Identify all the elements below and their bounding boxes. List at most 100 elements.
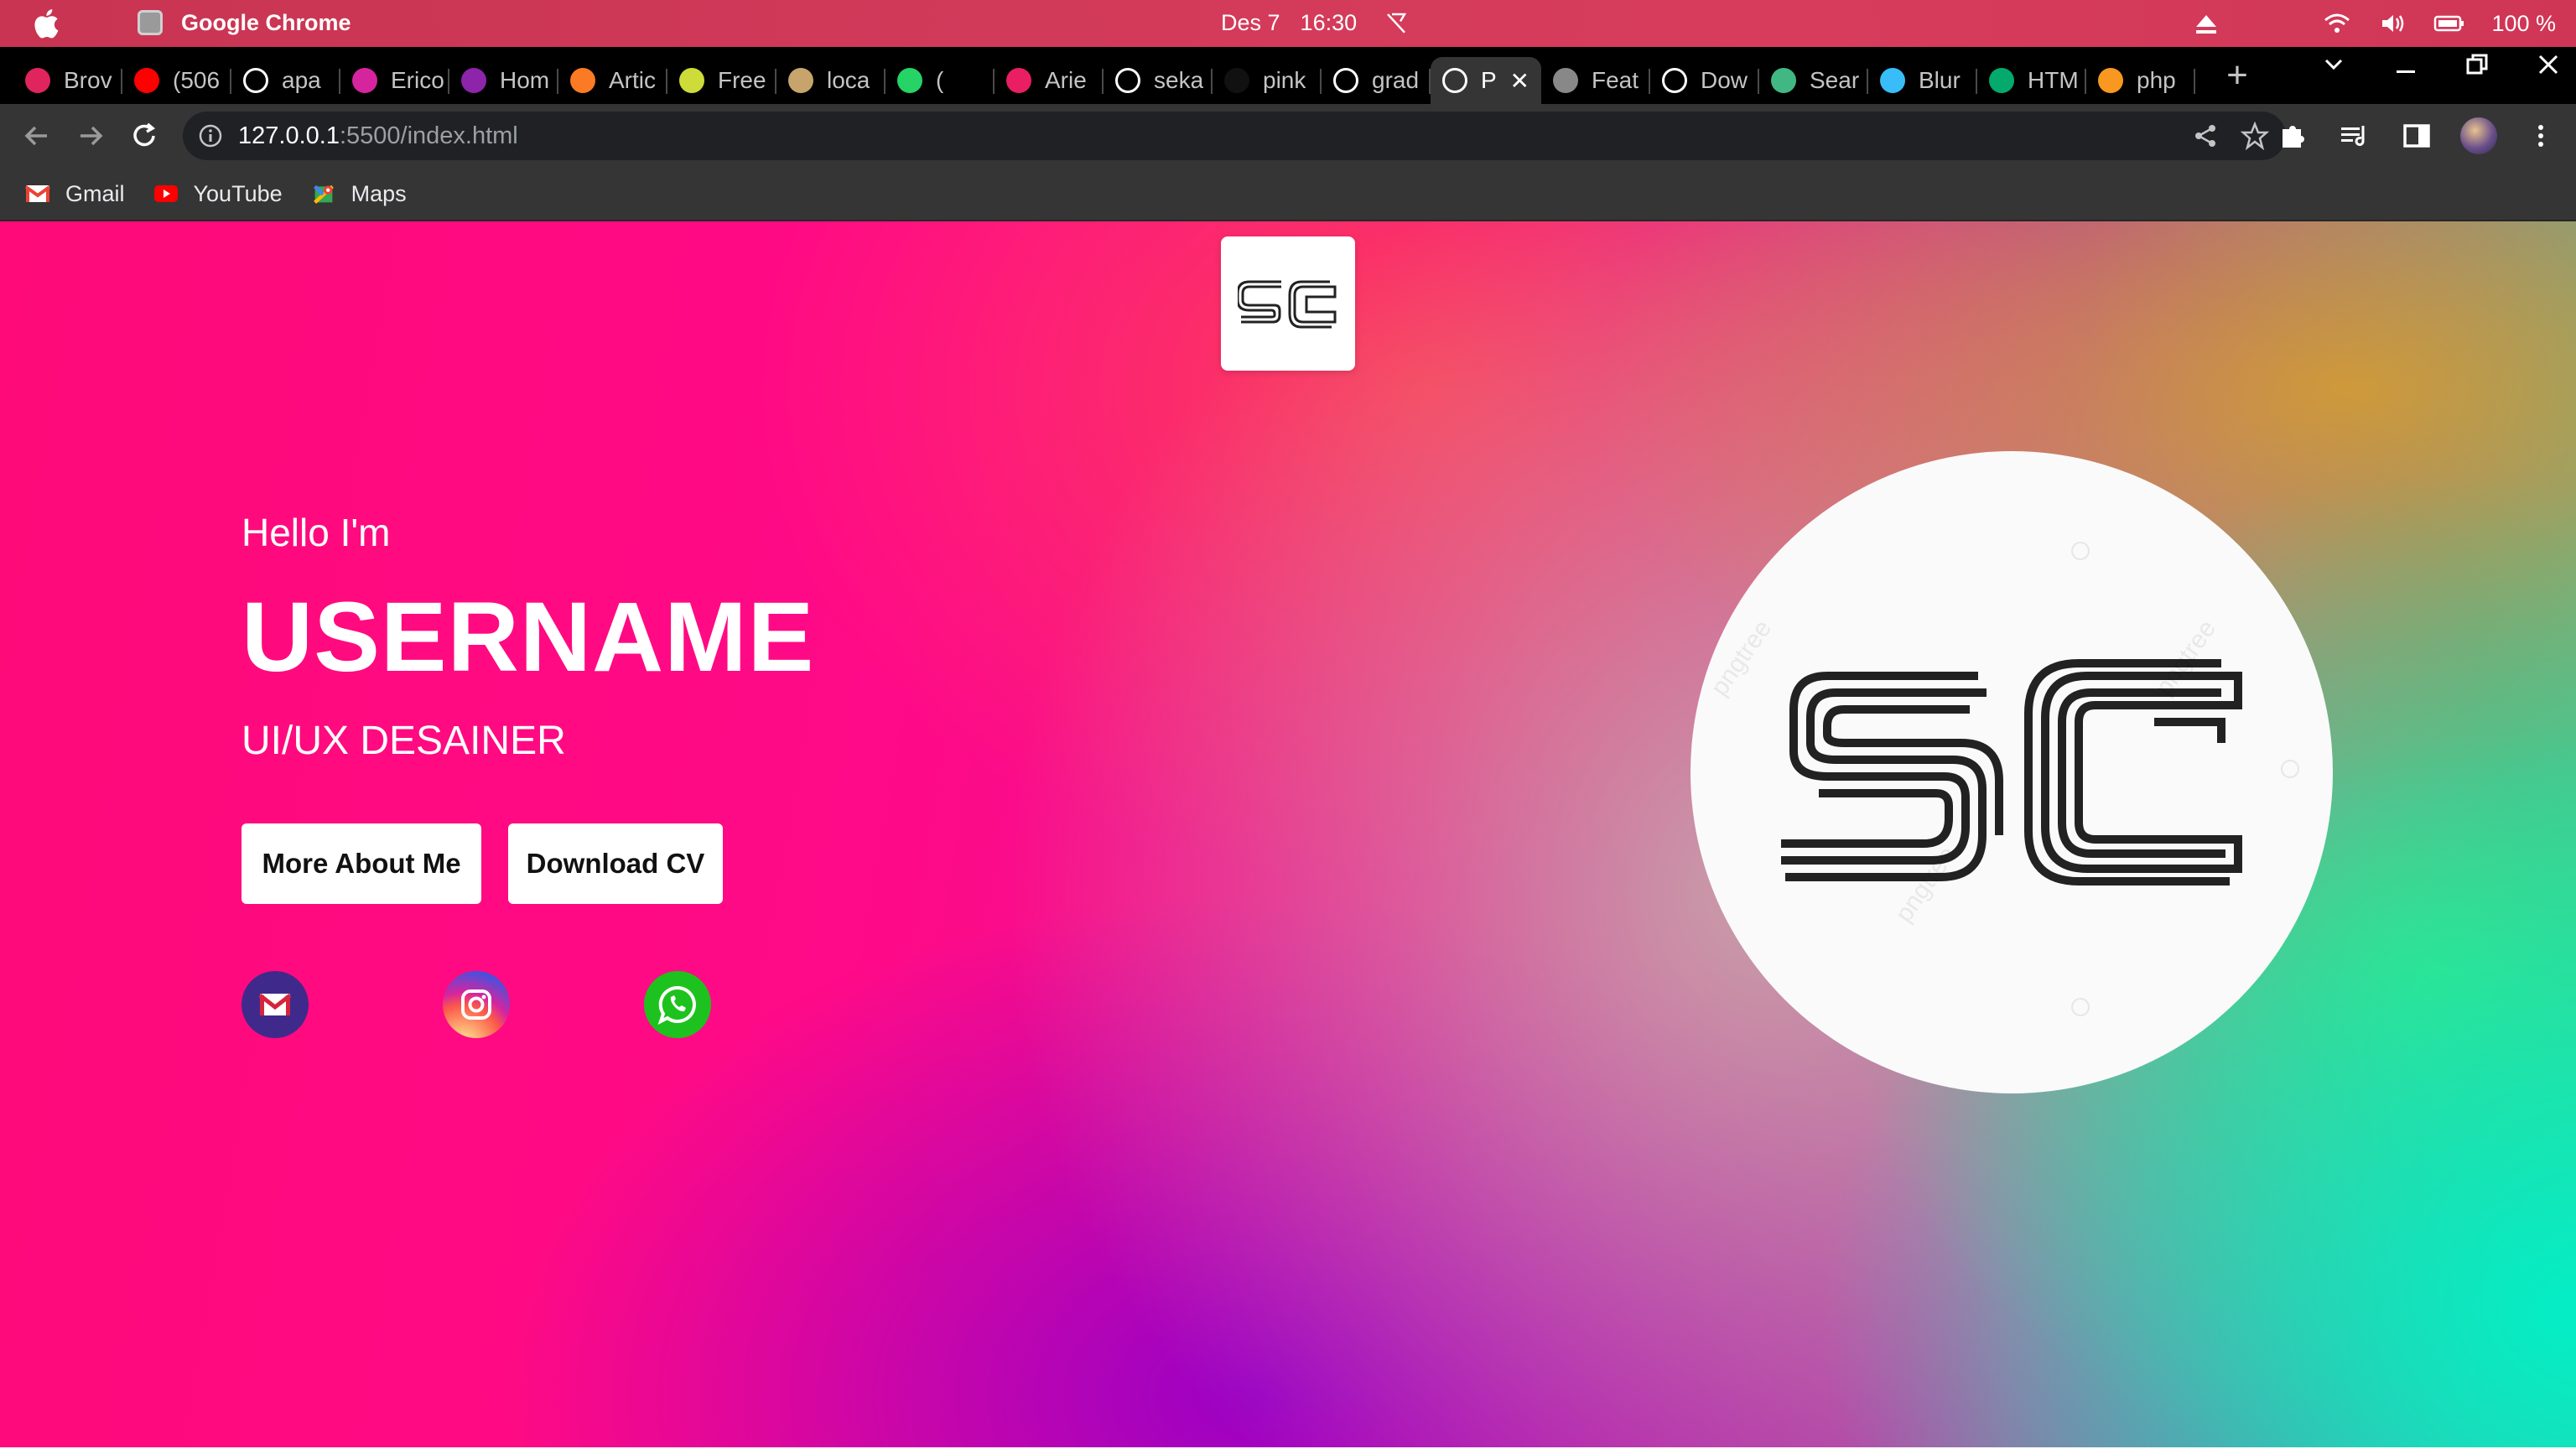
watermark-dot <box>2281 760 2299 778</box>
whatsapp-icon <box>657 985 696 1025</box>
browser-tab[interactable]: Blur <box>1868 57 1977 104</box>
bookmark-youtube[interactable]: YouTube <box>153 181 283 207</box>
tab-label: Free <box>718 67 766 93</box>
bookmark-star-icon[interactable] <box>2241 122 2269 150</box>
circle-icon <box>25 68 50 93</box>
browser-tab[interactable]: P ✕ <box>1431 57 1541 104</box>
watermark: pngtree <box>1705 615 1778 701</box>
tent-icon <box>788 68 813 93</box>
do-not-disturb-icon[interactable] <box>1384 10 1409 35</box>
clock[interactable]: Des 7 16:30 <box>1221 10 1409 36</box>
browser-tab[interactable]: loca <box>776 57 886 104</box>
close-window-icon[interactable] <box>2537 54 2559 75</box>
watermark-dot <box>2071 998 2090 1016</box>
globe-icon <box>1333 68 1358 93</box>
media-controls-icon[interactable] <box>2336 117 2373 154</box>
bookmark-gmail[interactable]: Gmail <box>25 181 125 207</box>
browser-tab[interactable]: HTM <box>1977 57 2086 104</box>
browser-tab[interactable]: php <box>2086 57 2195 104</box>
bookmark-maps[interactable]: Maps <box>311 181 407 207</box>
tab-strip: Brov (506 apa Erico Hom Artic Free loca ( Arie sek… <box>0 47 2576 104</box>
tab-label: Feat <box>1592 67 1639 93</box>
bookmarks-bar: Gmail YouTube Maps <box>0 168 2576 221</box>
apple-icon[interactable] <box>30 7 60 40</box>
browser-tab[interactable]: seka <box>1104 57 1213 104</box>
browser-tab[interactable]: Brov <box>13 57 122 104</box>
app-name[interactable]: Google Chrome <box>181 10 351 36</box>
profile-avatar[interactable] <box>2460 117 2497 154</box>
new-tab-button[interactable]: + <box>2220 55 2254 96</box>
browser-tab[interactable]: Dow <box>1650 57 1759 104</box>
dark-icon <box>1224 68 1249 93</box>
mail-link[interactable] <box>242 971 309 1038</box>
eject-icon[interactable] <box>2191 8 2221 39</box>
whatsapp-link[interactable] <box>644 971 711 1038</box>
chrome-app-icon <box>138 10 163 35</box>
role-text: UI/UX DESAINER <box>242 719 566 763</box>
browser-tab[interactable]: Free <box>667 57 776 104</box>
tab-label: seka <box>1154 67 1204 93</box>
time-text: 16:30 <box>1300 10 1358 35</box>
browser-tab[interactable]: apa <box>231 57 340 104</box>
tab-label: apa <box>282 67 321 93</box>
forward-icon[interactable] <box>74 119 107 153</box>
more-about-me-button[interactable]: More About Me <box>242 823 481 904</box>
browser-tab[interactable]: pink <box>1213 57 1322 104</box>
tailwind-icon <box>1880 68 1905 93</box>
window-controls <box>2321 52 2559 77</box>
vue-icon <box>1771 68 1796 93</box>
url-path: :5500/index.html <box>339 122 518 149</box>
gmail-icon <box>25 185 50 202</box>
side-panel-icon[interactable] <box>2398 117 2435 154</box>
browser-tab[interactable]: (506 <box>122 57 231 104</box>
tab-search-chevron-icon[interactable] <box>2321 52 2346 77</box>
minimize-icon[interactable] <box>2395 52 2417 77</box>
site-info-icon[interactable] <box>198 123 223 148</box>
tab-label: Arie <box>1045 67 1087 93</box>
browser-tab[interactable]: Sear <box>1759 57 1868 104</box>
site-icon <box>461 68 486 93</box>
browser-tab[interactable]: Feat <box>1541 57 1650 104</box>
volume-icon[interactable] <box>2377 8 2407 39</box>
google-icon <box>1115 68 1140 93</box>
bookmark-label: Maps <box>351 180 407 206</box>
a-icon <box>1006 68 1031 93</box>
browser-toolbar: 127.0.0.1:5500/index.html <box>0 104 2576 168</box>
tab-label: P <box>1481 67 1497 93</box>
extensions-icon[interactable] <box>2274 117 2311 154</box>
tab-label: php <box>2137 67 2176 93</box>
address-bar[interactable]: 127.0.0.1:5500/index.html <box>183 112 2286 160</box>
wifi-icon[interactable] <box>2322 8 2352 39</box>
reload-icon[interactable] <box>127 119 161 153</box>
menu-kebab-icon[interactable] <box>2522 117 2559 154</box>
instagram-icon <box>352 68 377 93</box>
browser-tab[interactable]: Erico <box>340 57 449 104</box>
mail-icon <box>258 994 292 1015</box>
tab-label: HTM <box>2028 67 2079 93</box>
tab-label: Erico <box>391 67 444 93</box>
browser-tab[interactable]: Hom <box>449 57 558 104</box>
instagram-link[interactable] <box>443 971 510 1038</box>
download-cv-button[interactable]: Download CV <box>508 823 723 904</box>
close-tab-icon[interactable]: ✕ <box>1510 67 1530 95</box>
browser-tab[interactable]: Artic <box>558 57 667 104</box>
globe-icon <box>1442 68 1467 93</box>
battery-icon[interactable] <box>2433 8 2466 39</box>
browser-tab[interactable]: ( <box>886 57 995 104</box>
tab-label: Sear <box>1810 67 1860 93</box>
macos-menu-bar: Google Chrome Des 7 16:30 100 % <box>0 0 2576 47</box>
restore-icon[interactable] <box>2465 53 2489 76</box>
back-icon[interactable] <box>20 119 54 153</box>
leaf-icon <box>1553 68 1578 93</box>
hero-logo-circle: pngtree pngtree pngtree <box>1690 451 2333 1093</box>
greeting-text: Hello I'm <box>242 511 391 554</box>
sc-logo-icon <box>1238 280 1337 329</box>
url-text[interactable]: 127.0.0.1:5500/index.html <box>238 122 518 150</box>
date-text: Des 7 <box>1221 10 1280 35</box>
share-icon[interactable] <box>2192 122 2219 149</box>
browser-tab[interactable]: Arie <box>995 57 1104 104</box>
watermark-dot <box>2071 542 2090 560</box>
tab-label: Brov <box>64 67 112 93</box>
site-logo[interactable] <box>1221 236 1355 371</box>
browser-tab[interactable]: grad <box>1322 57 1431 104</box>
